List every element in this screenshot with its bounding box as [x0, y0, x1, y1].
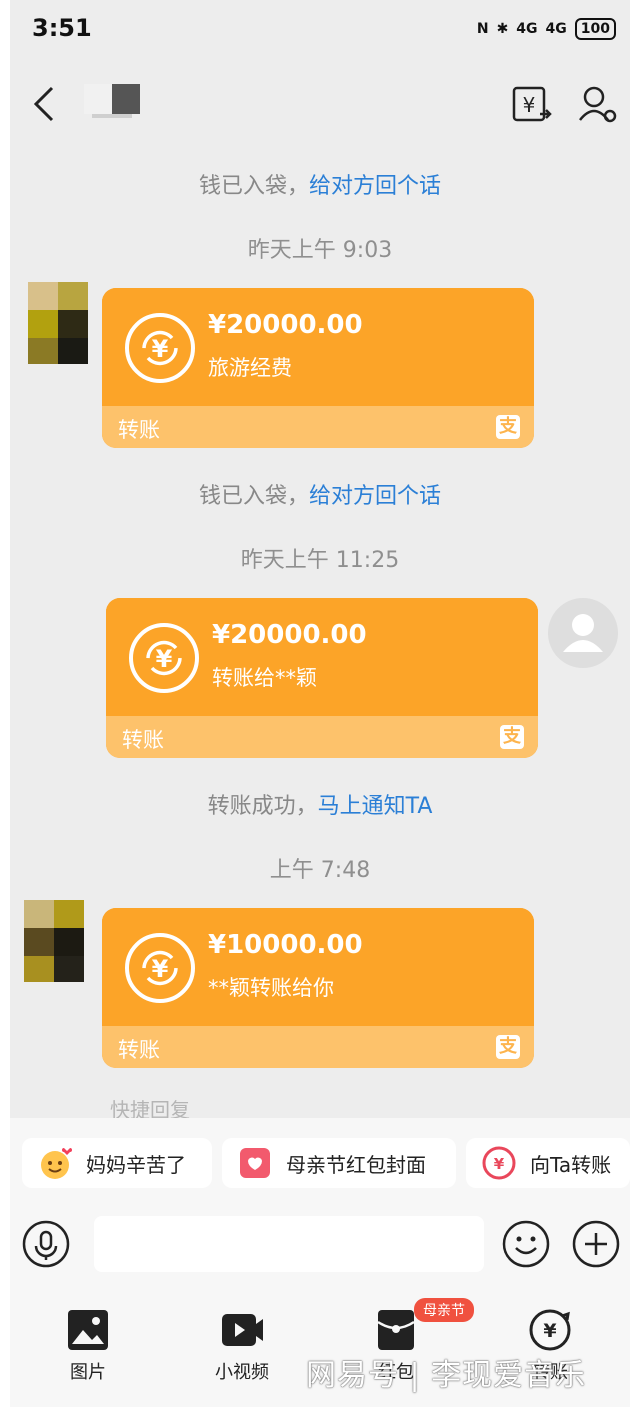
alipay-icon: 支 [496, 1035, 520, 1059]
signal-1-icon: 4G [516, 21, 538, 37]
transfer-coin-icon: ¥ [125, 313, 195, 383]
alipay-icon: 支 [496, 415, 520, 439]
watermark: 网易号 | 李现爱音乐 [306, 1358, 587, 1393]
toolbar-image[interactable]: 图片 [38, 1308, 138, 1384]
transfer-icon: ¥ [529, 1309, 571, 1351]
back-arrow-icon[interactable] [30, 84, 60, 124]
contact-avatar-blurred[interactable] [24, 900, 84, 982]
timestamp: 上午 7:48 [269, 858, 371, 883]
quick-reply-text: 向Ta转账 [530, 1152, 612, 1177]
red-envelope-cover-icon [240, 1148, 270, 1178]
red-envelope-icon [377, 1310, 415, 1350]
transfer-coin-icon: ¥ [125, 933, 195, 1003]
system-message: 钱已入袋，给对方回个话 [198, 484, 442, 509]
contact-name-blurred [84, 84, 140, 118]
svg-text:¥: ¥ [156, 645, 173, 673]
transfer-card[interactable]: ¥ ¥10000.00 **颖转账给你 转账 支 [102, 908, 534, 1068]
input-bar [10, 1200, 630, 1290]
default-user-icon [563, 614, 603, 652]
transfer-kind-label: 转账 [122, 728, 164, 752]
contact-avatar-blurred[interactable] [28, 282, 88, 364]
status-icons: N ✱ 4G 4G 100 [477, 18, 616, 40]
transfer-record-icon[interactable]: ¥ [510, 84, 552, 126]
video-icon [222, 1314, 263, 1346]
smiley-hearts-icon [41, 1148, 72, 1179]
bluetooth-icon: ✱ [496, 21, 509, 37]
notify-link[interactable]: 马上通知TA [318, 794, 433, 819]
voice-input-icon[interactable] [22, 1220, 70, 1268]
plus-icon[interactable] [572, 1220, 620, 1268]
quick-reply-chip[interactable]: 母亲节红包封面 [222, 1138, 456, 1188]
reply-link[interactable]: 给对方回个话 [309, 174, 441, 199]
self-avatar[interactable] [548, 598, 618, 668]
svg-text:¥: ¥ [152, 955, 169, 983]
transfer-amount: ¥20000.00 [208, 310, 363, 340]
toolbar-label: 小视频 [215, 1362, 269, 1383]
reply-link[interactable]: 给对方回个话 [309, 484, 441, 509]
timestamp: 昨天上午 9:03 [247, 238, 393, 263]
nfc-icon: N [476, 21, 489, 37]
svg-text:¥: ¥ [494, 1155, 505, 1173]
quick-reply-chip[interactable]: 妈妈辛苦了 [22, 1138, 212, 1188]
system-message: 钱已入袋，给对方回个话 [198, 174, 442, 199]
quick-reply-bar: 妈妈辛苦了 母亲节红包封面 ¥ 向Ta转账 [10, 1118, 630, 1200]
contact-profile-icon[interactable] [576, 84, 618, 126]
svg-text:¥: ¥ [543, 1320, 556, 1342]
transfer-memo: 旅游经费 [208, 356, 292, 380]
chat-screen: 3:51 N ✱ 4G 4G 100 ¥ 钱已入袋，给对方回个话 昨天上午 9:… [10, 0, 630, 1407]
message-input[interactable] [94, 1216, 484, 1272]
svg-text:¥: ¥ [523, 93, 536, 117]
status-time: 3:51 [32, 14, 92, 42]
quick-reply-chip[interactable]: ¥ 向Ta转账 [466, 1138, 630, 1188]
transfer-coin-icon: ¥ [129, 623, 199, 693]
transfer-amount: ¥10000.00 [208, 930, 363, 960]
status-bar: 3:51 N ✱ 4G 4G 100 [10, 0, 630, 62]
timestamp: 昨天上午 11:25 [240, 548, 400, 573]
toolbar-label: 图片 [70, 1362, 106, 1383]
transfer-kind-label: 转账 [118, 418, 160, 442]
quick-reply-text: 妈妈辛苦了 [86, 1152, 186, 1177]
battery-indicator: 100 [574, 18, 616, 40]
transfer-kind-label: 转账 [118, 1038, 160, 1062]
transfer-card[interactable]: ¥ ¥20000.00 转账给**颖 转账 支 [106, 598, 538, 758]
svg-text:¥: ¥ [152, 335, 169, 363]
transfer-memo: 转账给**颖 [212, 666, 317, 690]
transfer-memo: **颖转账给你 [208, 976, 334, 1000]
transfer-amount: ¥20000.00 [212, 620, 367, 650]
transfer-coin-icon: ¥ [482, 1146, 516, 1180]
transfer-card[interactable]: ¥ ¥20000.00 旅游经费 转账 支 [102, 288, 534, 448]
image-icon [68, 1310, 108, 1350]
toolbar-video[interactable]: 小视频 [192, 1308, 292, 1384]
alipay-icon: 支 [500, 725, 524, 749]
quick-reply-text: 母亲节红包封面 [286, 1152, 426, 1177]
emoji-icon[interactable] [502, 1220, 550, 1268]
system-message: 转账成功，马上通知TA [207, 794, 433, 819]
signal-2-icon: 4G [545, 21, 567, 37]
mothers-day-badge: 母亲节 [414, 1298, 474, 1322]
chat-header: ¥ [10, 62, 630, 148]
